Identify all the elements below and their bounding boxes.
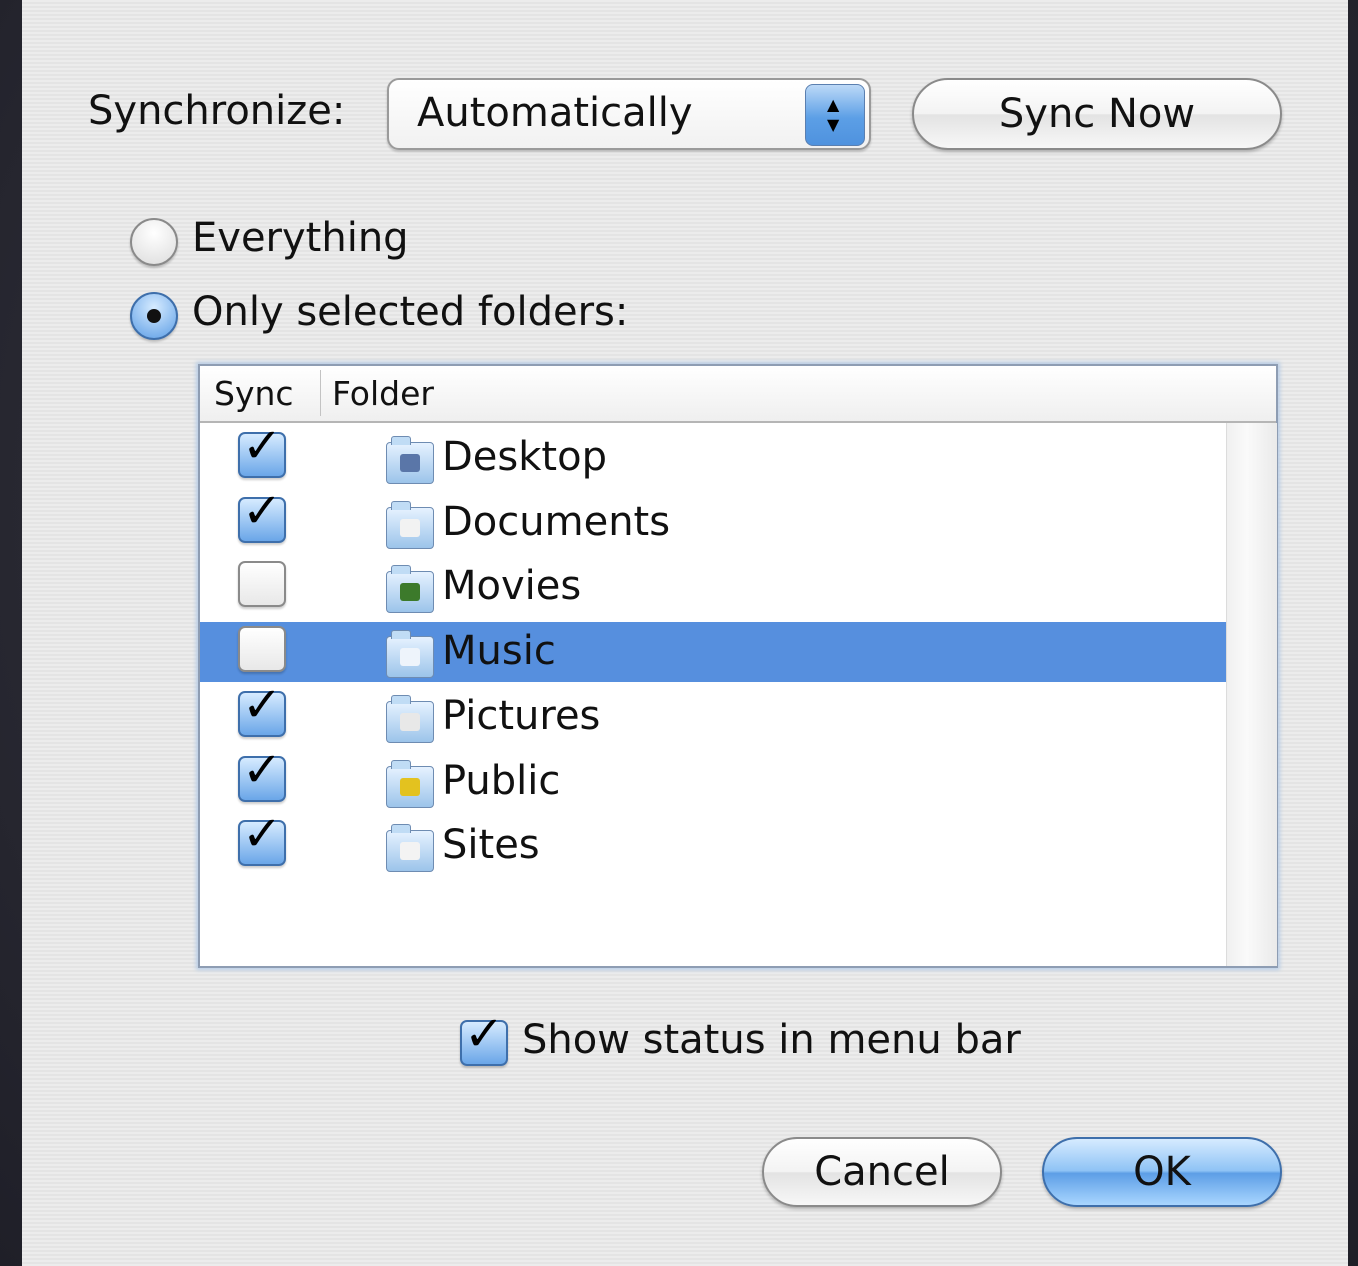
table-row[interactable]: ✓ Pictures: [200, 681, 1226, 747]
popup-arrows-icon: ▲ ▼: [805, 84, 865, 146]
desktop-folder-icon: [386, 436, 434, 484]
folder-table: Sync Folder ✓ Desktop ✓ Documents ✓ Movi…: [198, 364, 1278, 968]
sync-checkbox[interactable]: ✓: [238, 422, 286, 478]
sites-folder-icon: [386, 824, 434, 872]
checkmark-icon: ✓: [242, 483, 283, 539]
ok-button[interactable]: OK: [1042, 1137, 1282, 1207]
radio-only-selected-label: Only selected folders:: [192, 289, 629, 335]
checkmark-icon: ✓: [242, 418, 283, 474]
table-row[interactable]: ✓ Documents: [200, 487, 1226, 553]
column-header-sync[interactable]: Sync: [214, 374, 294, 413]
synchronize-popup[interactable]: Automatically ▲ ▼: [387, 78, 871, 150]
radio-dot: [147, 309, 161, 323]
sync-checkbox[interactable]: ✓: [238, 626, 286, 672]
synchronize-label: Synchronize:: [88, 88, 346, 134]
sync-now-button[interactable]: Sync Now: [912, 78, 1282, 150]
table-row[interactable]: ✓ Movies: [200, 557, 1226, 617]
folder-name: Movies: [442, 563, 582, 609]
sync-checkbox[interactable]: ✓: [238, 681, 286, 737]
cancel-button[interactable]: Cancel: [762, 1137, 1002, 1207]
vertical-scrollbar[interactable]: [1226, 423, 1277, 966]
sync-checkbox[interactable]: ✓: [238, 487, 286, 543]
radio-everything-label: Everything: [192, 215, 409, 261]
movies-folder-icon: [386, 565, 434, 613]
folder-name: Pictures: [442, 693, 601, 739]
column-header-folder[interactable]: Folder: [332, 374, 434, 413]
checkmark-icon: ✓: [242, 806, 283, 862]
music-folder-icon: [386, 630, 434, 678]
show-status-checkbox[interactable]: ✓: [460, 1010, 508, 1066]
synchronize-popup-value: Automatically: [417, 90, 693, 136]
checkmark-icon: ✓: [242, 677, 283, 733]
column-divider: [320, 370, 321, 416]
show-status-label: Show status in menu bar: [522, 1017, 1021, 1063]
folder-name: Music: [442, 628, 556, 674]
public-folder-icon: [386, 760, 434, 808]
table-row[interactable]: ✓ Sites: [200, 810, 1226, 876]
checkmark-icon: ✓: [464, 1006, 505, 1062]
table-row[interactable]: ✓ Desktop: [200, 422, 1226, 488]
folder-name: Documents: [442, 499, 671, 545]
table-header: Sync Folder: [200, 366, 1276, 423]
folder-name: Desktop: [442, 434, 607, 480]
sync-preferences-sheet: Synchronize: Automatically ▲ ▼ Sync Now …: [22, 0, 1348, 1266]
table-row[interactable]: ✓ Public: [200, 746, 1226, 812]
table-row[interactable]: ✓ Music: [200, 622, 1226, 682]
sync-checkbox[interactable]: ✓: [238, 810, 286, 866]
checkmark-icon: ✓: [242, 742, 283, 798]
documents-folder-icon: [386, 501, 434, 549]
radio-only-selected[interactable]: [130, 292, 178, 340]
folder-name: Public: [442, 758, 561, 804]
pictures-folder-icon: [386, 695, 434, 743]
sync-checkbox[interactable]: ✓: [238, 561, 286, 607]
radio-everything[interactable]: [130, 218, 178, 266]
sync-checkbox[interactable]: ✓: [238, 746, 286, 802]
folder-name: Sites: [442, 822, 540, 868]
